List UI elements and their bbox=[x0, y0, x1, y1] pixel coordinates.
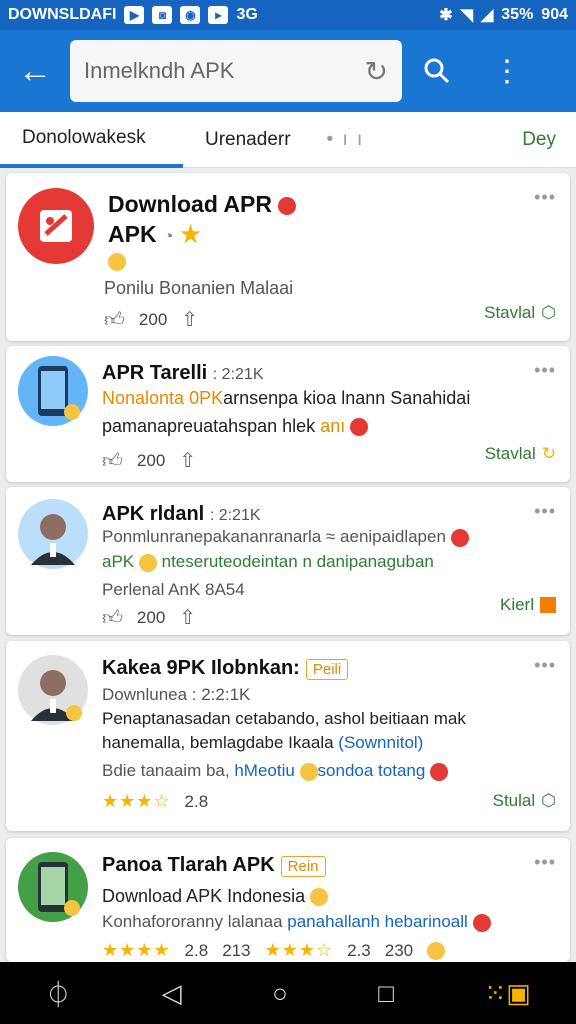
emoji-icon bbox=[427, 941, 446, 960]
star-rating: ★★★☆ bbox=[264, 940, 334, 960]
signal-text: 3G bbox=[236, 6, 258, 23]
download-action-label: Stavlal bbox=[484, 303, 536, 322]
more-options-icon[interactable]: ••• bbox=[534, 360, 556, 381]
app-bar: ← Inmelkndh APK ↻ ⋮ bbox=[0, 30, 576, 112]
app-title: APK rldanl : 2:21K bbox=[102, 503, 261, 525]
nav-home-icon[interactable]: ○ bbox=[272, 978, 288, 1009]
tab-update[interactable]: Urenaderr bbox=[183, 112, 291, 168]
share-icon[interactable]: ⇧ bbox=[179, 605, 196, 630]
tab-more[interactable]: • ı ı bbox=[291, 112, 365, 168]
apps-grid-icon[interactable]: ⁙▣ bbox=[484, 978, 530, 1009]
download-action-label: Stulal bbox=[492, 791, 536, 810]
app-thumbnail-phone bbox=[18, 356, 88, 426]
description-line: Ponmlunranepakananranarla ≈ aenipaidlape… bbox=[102, 527, 469, 547]
download-action[interactable]: Stavlal ⬡ bbox=[484, 303, 556, 323]
like-count: 200 bbox=[138, 309, 168, 329]
description-line: Konhafororanny lalanaa panahallanh hebar… bbox=[102, 912, 491, 932]
camera-notification-icon: ◉ bbox=[180, 6, 201, 24]
tab-download[interactable]: Donolowakesk bbox=[0, 112, 183, 168]
app-logo bbox=[18, 188, 94, 264]
app-title: Panoa Tlarah APK Rein bbox=[102, 854, 326, 877]
rating-value: 2.8 bbox=[184, 791, 209, 811]
bluetooth-icon: ✱ bbox=[439, 7, 453, 24]
status-bar: DOWNSLDAFI ▶ ◙ ◉ ▸ 3G ✱ ◥ ◢ 35% 904 bbox=[0, 0, 576, 30]
app-card[interactable]: ••• Panoa Tlarah APK Rein Download APK In… bbox=[6, 838, 570, 962]
more-options-icon[interactable]: ••• bbox=[534, 501, 556, 522]
notification-icon: ◙ bbox=[152, 6, 173, 24]
more-options-icon[interactable]: ••• bbox=[534, 655, 556, 676]
more-options-icon[interactable]: ••• bbox=[534, 852, 556, 873]
more-options-icon[interactable]: ••• bbox=[534, 187, 556, 208]
download-action-label: Kierl bbox=[499, 595, 534, 614]
search-input[interactable]: Inmelkndh APK bbox=[84, 58, 365, 84]
avatar bbox=[18, 655, 88, 725]
rating-value: 2.8 bbox=[184, 940, 209, 960]
avatar bbox=[18, 499, 88, 569]
nav-recents-icon[interactable]: □ bbox=[378, 978, 394, 1009]
download-action[interactable]: Stulal ⬡ bbox=[493, 791, 556, 811]
app-title: Kakea 9PK Ilobnkan: Peili bbox=[102, 657, 349, 680]
description-line: Perlenal AnK 8A54 bbox=[102, 580, 245, 599]
description-line: Penaptanasadan cetabando, ashol beitiaan… bbox=[102, 709, 466, 728]
status-time: 904 bbox=[541, 6, 568, 23]
emoji-icon bbox=[278, 196, 297, 215]
app-title: Download APR bbox=[108, 191, 297, 218]
refresh-icon[interactable]: ↻ bbox=[365, 55, 388, 88]
description-line: Bdie tanaaim ba, hMeotiu sondoa totang bbox=[102, 761, 449, 781]
like-icon[interactable]: 👍︎ bbox=[104, 308, 125, 332]
app-card[interactable]: ••• APK rldanl : 2:21K Ponmlunranepakana… bbox=[6, 487, 570, 635]
like-icon[interactable]: 👍︎ bbox=[102, 449, 123, 473]
star-icon: ★ bbox=[180, 221, 201, 247]
tab-dey[interactable]: Dey bbox=[500, 112, 576, 168]
description-line: hanemalla, bemlagdabe Ikaala (Sownnitol) bbox=[102, 733, 424, 752]
tag-badge: Peili bbox=[305, 659, 349, 680]
rating-value: 2.3 bbox=[347, 940, 371, 960]
tag-badge: Rein bbox=[280, 856, 326, 877]
app-card[interactable]: ••• Download APR APK ◔ ★ Ponilu Bonanien… bbox=[6, 173, 570, 341]
review-count: 213 bbox=[222, 940, 251, 960]
search-field[interactable]: Inmelkndh APK ↻ bbox=[70, 40, 402, 102]
star-rating: ★★★☆ bbox=[102, 791, 171, 811]
like-count: 200 bbox=[136, 607, 166, 627]
cloud-icon: ◔ bbox=[162, 226, 174, 246]
description-line: aPK nteseruteodeintan n danipanaguban bbox=[102, 552, 434, 572]
description-line: pamanapreuatahspan hlek anı bbox=[102, 416, 369, 437]
wifi-icon: ◥ bbox=[460, 7, 473, 24]
description-line: Nonalonta 0PKarnsenpa kioa lnann Sanahid… bbox=[102, 388, 471, 408]
back-arrow-icon[interactable]: ← bbox=[0, 30, 70, 112]
review-count: 230 bbox=[384, 940, 414, 960]
app-title-second-line: APK ◔ ★ bbox=[108, 221, 201, 247]
download-action-label: Stavlal bbox=[484, 444, 536, 463]
shield-check-icon: ⬡ bbox=[541, 303, 556, 322]
share-icon[interactable]: ⇧ bbox=[181, 307, 198, 332]
notification-app-name: DOWNSLDAFI bbox=[8, 6, 117, 23]
notification-icon: ▶ bbox=[124, 6, 145, 24]
signal-icon: ◢ bbox=[480, 7, 494, 24]
system-nav-bar: ⏀ ◁ ○ □ ⁙▣ bbox=[0, 962, 576, 1024]
like-count: 200 bbox=[136, 450, 166, 470]
nav-back-icon[interactable]: ◁ bbox=[162, 978, 182, 1009]
search-icon[interactable] bbox=[402, 30, 472, 112]
shield-check-icon: ⬡ bbox=[541, 791, 556, 810]
download-meta: Downlunea : 2:2:1K bbox=[102, 685, 251, 704]
orange-square-icon bbox=[540, 597, 556, 613]
like-icon[interactable]: 👍︎ bbox=[102, 606, 123, 630]
play-notification-icon: ▸ bbox=[208, 6, 229, 24]
app-title: APR Tarelli : 2:21K bbox=[102, 362, 264, 384]
refresh-icon: ↻ bbox=[541, 444, 556, 463]
download-action[interactable]: Kierl bbox=[500, 595, 556, 615]
download-action[interactable]: Stavlal ↻ bbox=[485, 444, 556, 464]
star-rating: ★★★★ bbox=[102, 940, 171, 960]
app-card[interactable]: ••• Kakea 9PK Ilobnkan: Peili Downlunea :… bbox=[6, 641, 570, 831]
tab-bar: Donolowakesk Urenaderr • ı ı Dey bbox=[0, 112, 576, 168]
assist-icon[interactable]: ⏀ bbox=[45, 975, 71, 1012]
app-thumbnail-phone bbox=[18, 852, 88, 922]
battery-percent: 35% bbox=[501, 6, 534, 23]
share-icon[interactable]: ⇧ bbox=[179, 448, 196, 473]
overflow-menu-icon[interactable]: ⋮ bbox=[472, 30, 542, 112]
description-line: Download APK Indonesia bbox=[102, 886, 329, 907]
emoji-icon bbox=[108, 253, 126, 271]
app-subtitle: Ponilu Bonanien Malaai bbox=[104, 278, 294, 298]
app-card[interactable]: ••• APR Tarelli : 2:21K Nonalonta 0PKarn… bbox=[6, 346, 570, 482]
